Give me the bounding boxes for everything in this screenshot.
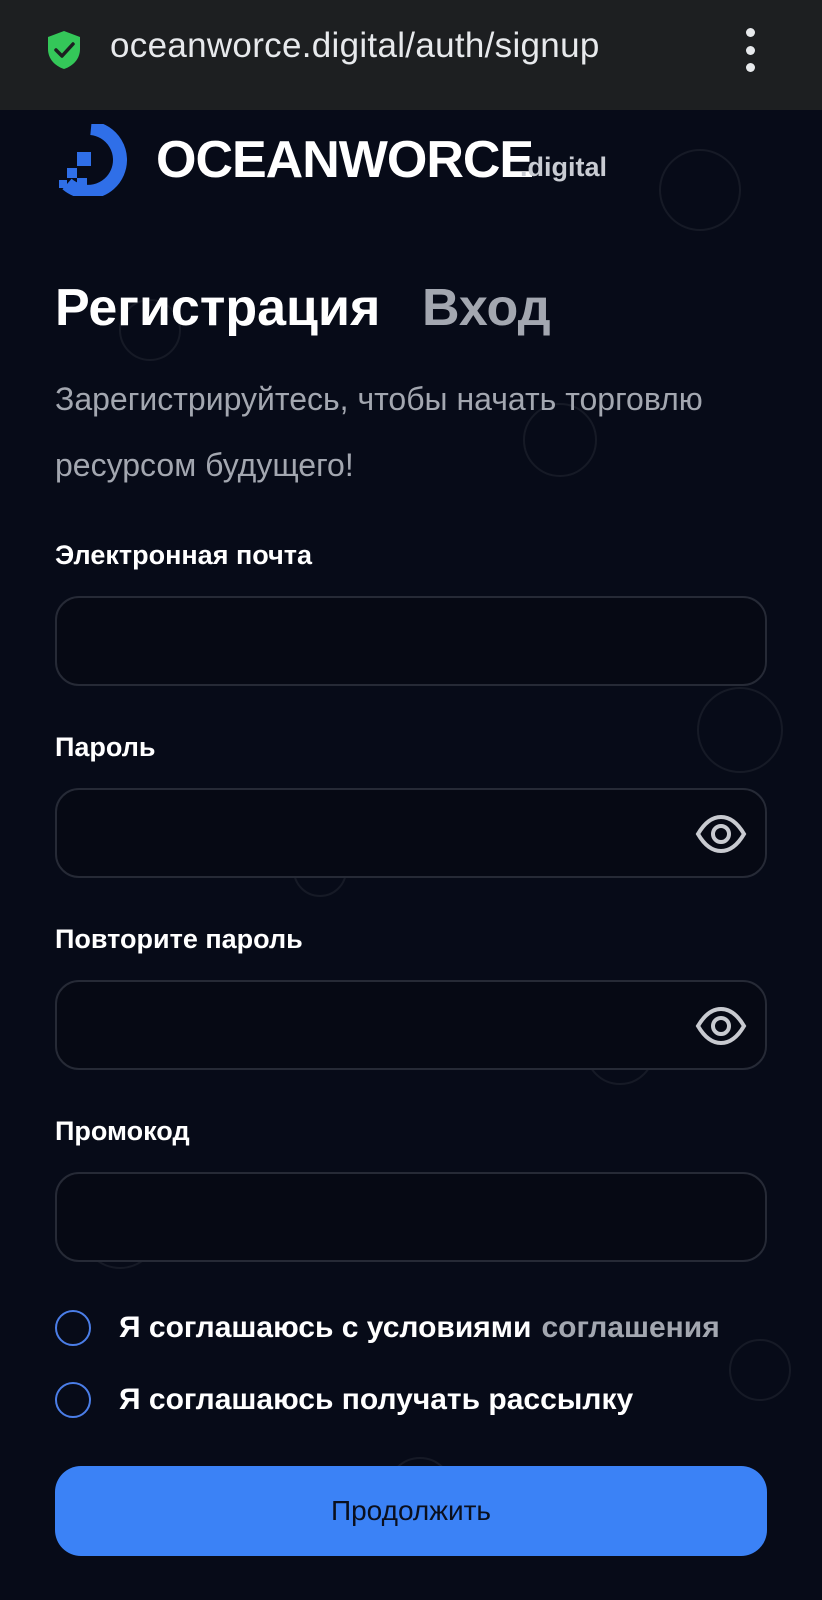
logo-icon	[59, 124, 127, 196]
terms-text: Я соглашаюсь с условиями	[119, 1311, 532, 1344]
secure-shield-icon	[48, 31, 80, 69]
repeat-password-label: Повторите пароль	[55, 924, 303, 954]
browser-address-bar: oceanworce.digital/auth/signup	[0, 0, 822, 110]
password-field-wrapper	[55, 788, 767, 878]
logo-name: OCEANWORCE	[156, 131, 534, 189]
page-subtitle: Зарегистрируйтесь, чтобы начать торговлю…	[55, 381, 703, 483]
newsletter-checkbox[interactable]	[55, 1382, 91, 1418]
newsletter-agreement-row: Я соглашаюсь получать рассылку	[55, 1382, 633, 1418]
tab-login[interactable]: Вход	[422, 278, 551, 338]
url-field[interactable]: oceanworce.digital/auth/signup	[110, 26, 600, 66]
tab-signup[interactable]: Регистрация	[55, 278, 380, 338]
promo-field-wrapper	[55, 1172, 767, 1262]
logo-suffix: .digital	[520, 152, 607, 182]
more-options-icon[interactable]	[740, 28, 760, 72]
repeat-password-field-wrapper	[55, 980, 767, 1070]
promo-field[interactable]	[57, 1174, 765, 1260]
show-password-eye-icon[interactable]	[695, 813, 747, 855]
newsletter-text: Я соглашаюсь получать рассылку	[119, 1383, 634, 1416]
show-repeat-password-eye-icon[interactable]	[695, 1005, 747, 1047]
repeat-password-field[interactable]	[57, 982, 765, 1068]
email-field[interactable]	[57, 598, 765, 684]
continue-button[interactable]: Продолжить	[55, 1466, 767, 1556]
promo-label: Промокод	[55, 1116, 190, 1146]
email-label: Электронная почта	[55, 540, 313, 570]
password-label: Пароль	[55, 732, 156, 762]
terms-checkbox[interactable]	[55, 1310, 91, 1346]
terms-agreement-row: Я соглашаюсь с условиями соглашения	[55, 1310, 720, 1346]
email-field-wrapper	[55, 596, 767, 686]
terms-link[interactable]: соглашения	[541, 1311, 719, 1345]
password-field[interactable]	[57, 790, 765, 876]
